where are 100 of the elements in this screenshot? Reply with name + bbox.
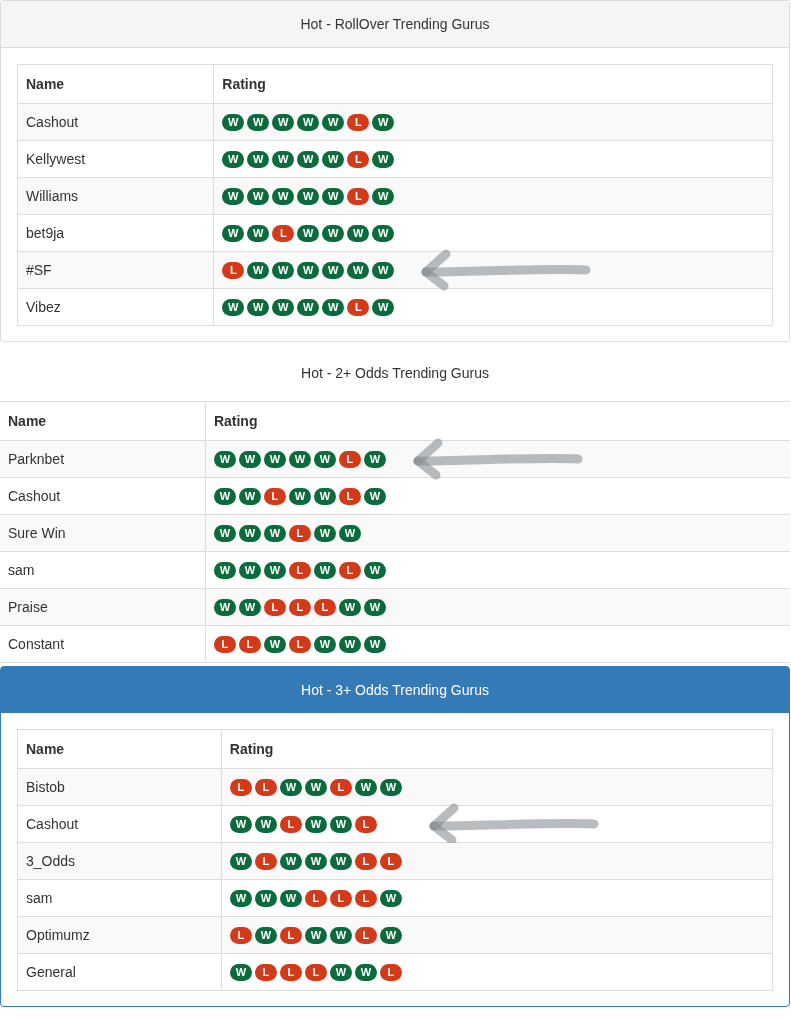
result-badge: W: [338, 524, 361, 542]
result-badge: W: [304, 778, 327, 796]
result-badge: W: [313, 450, 336, 468]
result-badge: L: [288, 561, 311, 579]
result-badge: W: [379, 889, 402, 907]
result-badge: W: [272, 113, 295, 131]
result-badge: W: [329, 926, 352, 944]
result-badge: L: [379, 963, 402, 981]
result-badge: W: [379, 778, 402, 796]
result-badge: W: [322, 113, 345, 131]
result-badge: L: [354, 926, 377, 944]
name-cell: Williams: [17, 177, 214, 215]
result-badge: L: [229, 778, 252, 796]
name-cell: General: [17, 953, 222, 991]
result-badge: L: [338, 487, 361, 505]
result-badge: L: [279, 926, 302, 944]
column-header: Rating: [205, 401, 790, 441]
result-badge: W: [297, 150, 320, 168]
result-badge: W: [338, 635, 361, 653]
name-cell: Cashout: [0, 477, 206, 515]
result-badge: W: [229, 889, 252, 907]
result-badge: W: [288, 450, 311, 468]
panel-title: Hot - RollOver Trending Gurus: [1, 1, 789, 48]
panel-title: Hot - 3+ Odds Trending Gurus: [1, 667, 789, 713]
result-badge: W: [213, 450, 236, 468]
result-badge: L: [263, 487, 286, 505]
result-badge: L: [338, 561, 361, 579]
result-badge: W: [263, 524, 286, 542]
name-cell: #SF: [17, 251, 214, 289]
name-cell: Parknbet: [0, 440, 206, 478]
result-badge: L: [279, 815, 302, 833]
result-badge: L: [329, 778, 352, 796]
result-badge: W: [372, 261, 395, 279]
result-badge: L: [304, 889, 327, 907]
result-badge: W: [347, 224, 370, 242]
result-badge: L: [354, 852, 377, 870]
result-badge: W: [329, 963, 352, 981]
result-badge: W: [272, 150, 295, 168]
result-badge: W: [313, 524, 336, 542]
result-badge: L: [379, 852, 402, 870]
result-badge: L: [304, 963, 327, 981]
result-badge: W: [279, 778, 302, 796]
result-badge: W: [279, 889, 302, 907]
result-badge: W: [313, 487, 336, 505]
result-badge: W: [238, 524, 261, 542]
result-badge: L: [254, 778, 277, 796]
result-badge: W: [229, 852, 252, 870]
result-badge: W: [254, 926, 277, 944]
result-badge: L: [279, 963, 302, 981]
result-badge: W: [213, 598, 236, 616]
column-header: Name: [17, 64, 214, 104]
name-cell: Praise: [0, 588, 206, 626]
result-badge: L: [238, 635, 261, 653]
result-badge: L: [329, 889, 352, 907]
result-badge: W: [372, 298, 395, 316]
result-badge: W: [297, 187, 320, 205]
panel-title: Hot - 2+ Odds Trending Gurus: [300, 364, 490, 383]
column-header: Name: [0, 401, 206, 441]
result-badge: W: [354, 778, 377, 796]
result-badge: W: [272, 261, 295, 279]
name-cell: Kellywest: [17, 140, 214, 178]
result-badge: W: [313, 635, 336, 653]
result-badge: L: [213, 635, 236, 653]
result-badge: L: [347, 150, 370, 168]
result-badge: W: [222, 224, 245, 242]
result-badge: W: [363, 450, 386, 468]
result-badge: W: [279, 852, 302, 870]
result-badge: W: [322, 224, 345, 242]
result-badge: W: [322, 261, 345, 279]
result-badge: W: [247, 187, 270, 205]
result-badge: W: [238, 487, 261, 505]
result-badge: W: [222, 187, 245, 205]
result-badge: W: [297, 298, 320, 316]
result-badge: W: [247, 150, 270, 168]
result-badge: L: [263, 598, 286, 616]
result-badge: W: [347, 261, 370, 279]
result-badge: L: [354, 889, 377, 907]
result-badge: L: [222, 261, 245, 279]
result-badge: L: [354, 815, 377, 833]
name-cell: 3_Odds: [17, 842, 222, 880]
name-cell: Optimumz: [17, 916, 222, 954]
result-badge: W: [288, 487, 311, 505]
result-badge: W: [372, 187, 395, 205]
result-badge: L: [347, 113, 370, 131]
result-badge: W: [329, 815, 352, 833]
result-badge: W: [304, 852, 327, 870]
result-badge: W: [304, 815, 327, 833]
result-badge: W: [297, 261, 320, 279]
result-badge: W: [313, 561, 336, 579]
result-badge: W: [297, 113, 320, 131]
result-badge: L: [288, 635, 311, 653]
result-badge: W: [322, 298, 345, 316]
result-badge: W: [322, 187, 345, 205]
result-badge: L: [288, 524, 311, 542]
result-badge: L: [254, 963, 277, 981]
result-badge: W: [222, 298, 245, 316]
name-cell: sam: [0, 551, 206, 589]
result-badge: W: [263, 561, 286, 579]
result-badge: L: [229, 926, 252, 944]
result-badge: W: [213, 487, 236, 505]
